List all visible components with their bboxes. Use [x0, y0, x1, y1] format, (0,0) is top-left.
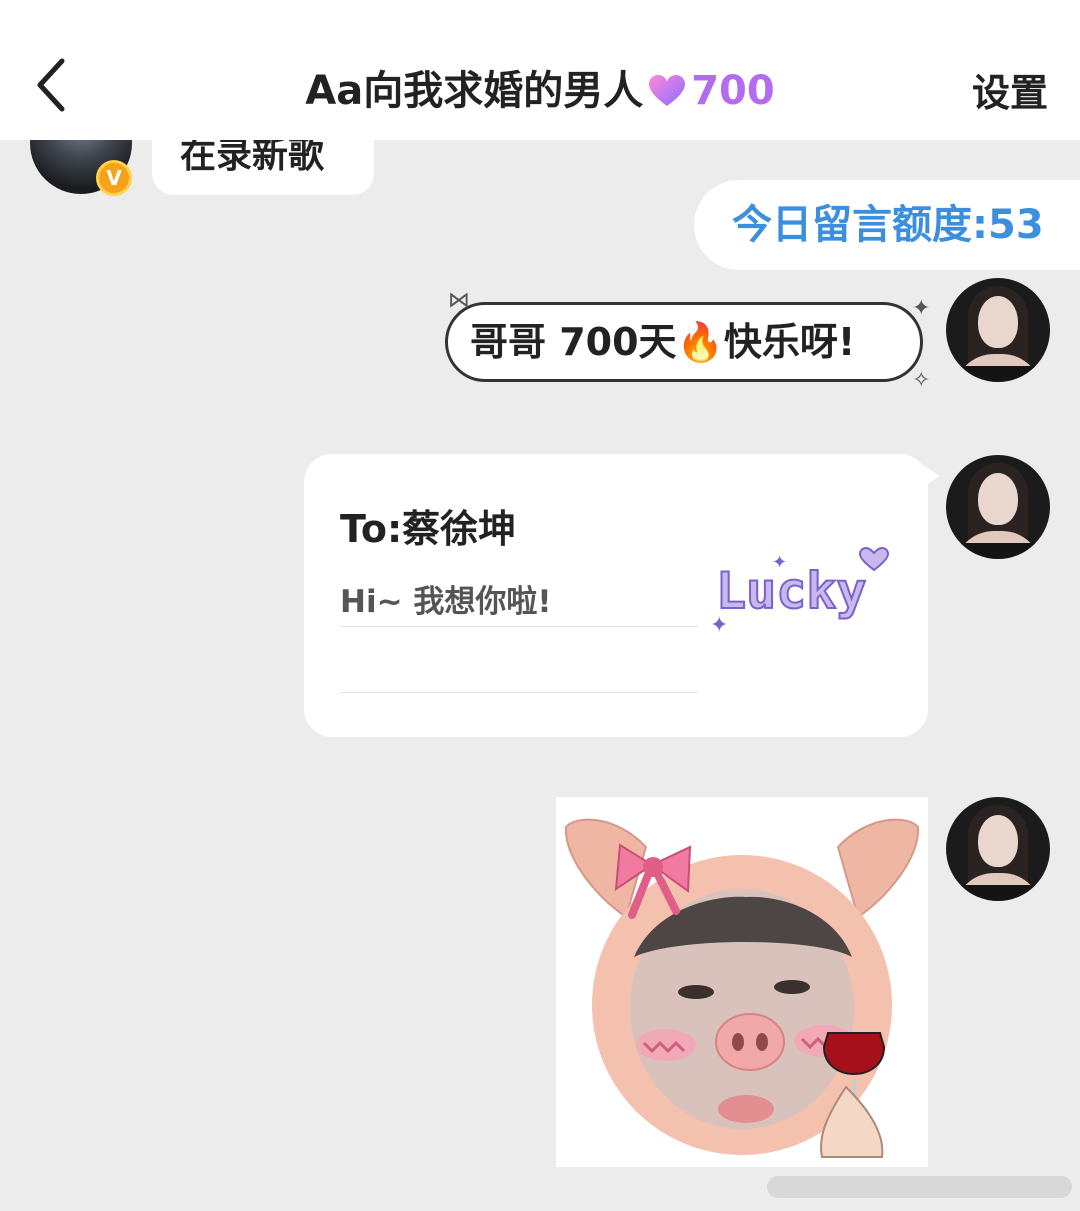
lucky-sticker: Lucky ✦ ✦ — [710, 546, 890, 638]
card-message: Hi~ 我想你啦! — [340, 584, 552, 620]
svg-text:✦: ✦ — [772, 552, 787, 573]
heart-icon — [649, 75, 686, 106]
lucky-sticker-text: Lucky — [716, 562, 867, 620]
card-divider — [340, 692, 698, 693]
top-bar: Aa向我求婚的男人 700 设置 — [0, 0, 1080, 140]
card-tail — [918, 462, 940, 490]
my-message-bubble[interactable]: 哥哥 700天🔥快乐呀! — [445, 302, 923, 382]
my-avatar[interactable] — [946, 455, 1050, 559]
pig-face-illustration — [564, 818, 920, 1158]
chat-name: Aa向我求婚的男人 — [305, 68, 644, 114]
my-avatar[interactable] — [946, 278, 1050, 382]
sparkle-decoration-icon: ✦ — [912, 296, 931, 321]
star-decoration-icon: ✧ — [912, 368, 931, 393]
bow-decoration-icon: ⋈ — [448, 288, 470, 313]
my-avatar[interactable] — [946, 797, 1050, 901]
card-divider — [340, 626, 698, 627]
letter-card[interactable]: To:蔡徐坤 Hi~ 我想你啦! Lucky ✦ ✦ — [304, 454, 928, 737]
verified-badge: V — [96, 160, 132, 196]
pig-face-sticker[interactable] — [556, 797, 928, 1167]
message-quota-label: 今日留言额度:53 — [694, 180, 1080, 270]
settings-button[interactable]: 设置 — [972, 62, 1048, 117]
heart-count: 700 — [691, 68, 775, 114]
horizontal-scroll-indicator[interactable] — [767, 1176, 1072, 1198]
card-recipient: To:蔡徐坤 — [340, 507, 517, 551]
page-title: Aa向我求婚的男人 700 — [0, 58, 1080, 116]
svg-text:✦: ✦ — [710, 613, 728, 638]
